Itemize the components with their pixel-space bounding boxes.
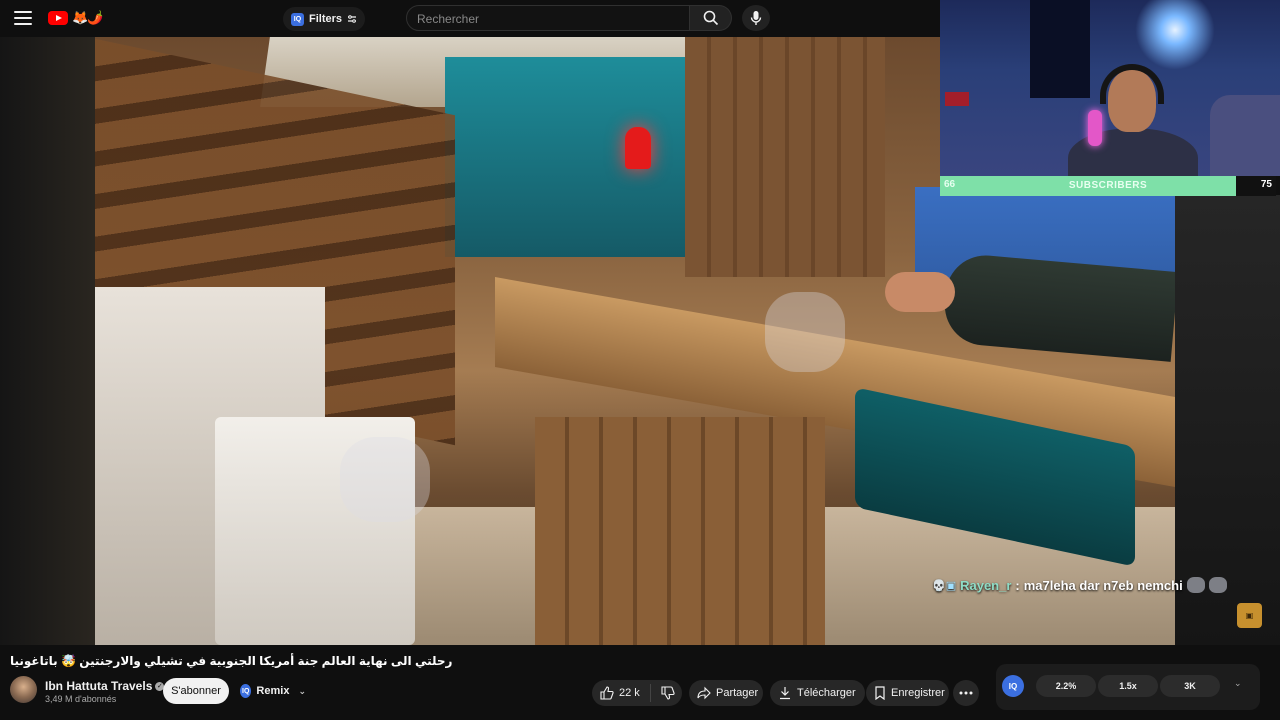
remix-button[interactable]: IQ Remix ⌄ bbox=[236, 678, 306, 704]
microphone-prop bbox=[1088, 110, 1102, 146]
search-input[interactable] bbox=[407, 6, 679, 32]
channel-name[interactable]: Ibn Hattuta Travels bbox=[45, 679, 152, 693]
filters-button[interactable]: IQ Filters bbox=[283, 7, 366, 31]
search-icon bbox=[703, 10, 718, 26]
iq-icon: IQ bbox=[240, 684, 252, 698]
subscriber-goal-label: SUBSCRIBERS bbox=[1068, 180, 1148, 191]
webcam-chair bbox=[1210, 95, 1280, 176]
share-label: Partager bbox=[716, 687, 759, 699]
webcam-overlay bbox=[940, 0, 1280, 176]
chat-badge-icon: 💀▣ bbox=[932, 579, 957, 592]
channel-name-row[interactable]: Ibn Hattuta Travels ✓ bbox=[45, 679, 165, 693]
thumbs-down-icon bbox=[661, 686, 675, 700]
share-icon bbox=[697, 686, 711, 700]
channel-avatar[interactable] bbox=[10, 676, 37, 703]
chevron-down-icon[interactable]: ⌄ bbox=[298, 686, 306, 697]
bookmark-icon bbox=[875, 686, 885, 700]
download-icon bbox=[780, 687, 790, 700]
sliders-icon bbox=[348, 15, 357, 23]
filters-label: Filters bbox=[309, 13, 343, 25]
search-box bbox=[406, 5, 690, 32]
menu-icon[interactable] bbox=[14, 11, 32, 25]
chat-avatar: ▣ bbox=[1237, 603, 1262, 628]
webcam-lamp bbox=[945, 92, 969, 106]
chat-text: ma7leha dar n7eb nemchi bbox=[1023, 577, 1183, 593]
share-button[interactable]: Partager bbox=[689, 680, 763, 706]
scene-red-lamp bbox=[625, 127, 651, 169]
youtube-play-icon bbox=[48, 11, 68, 25]
scene-arm bbox=[941, 252, 1175, 362]
search-button[interactable] bbox=[690, 5, 732, 31]
scene-hand bbox=[885, 272, 955, 312]
save-label: Enregistrer bbox=[891, 687, 945, 699]
webcam-star-light bbox=[1135, 0, 1215, 70]
like-count: 22 k bbox=[619, 687, 640, 699]
cat-overlay-icon bbox=[765, 292, 845, 372]
like-button[interactable]: 22 k bbox=[600, 684, 651, 702]
extension-chip-multiplier[interactable]: 1.5x bbox=[1098, 675, 1158, 697]
scene-teal-wall bbox=[445, 57, 705, 257]
voice-search-button[interactable] bbox=[742, 5, 770, 31]
video-title: رحلتي الى نهاية العالم جنة أمريكا الجنوب… bbox=[10, 654, 453, 668]
extension-chip-percent[interactable]: 2.2% bbox=[1036, 675, 1096, 697]
scene-wood-door bbox=[685, 37, 885, 277]
cat-emote-icon bbox=[1186, 577, 1205, 593]
save-button[interactable]: Enregistrer bbox=[866, 680, 949, 706]
chevron-down-icon[interactable]: ⌄ bbox=[1234, 678, 1242, 689]
subscriber-goal-bar: 66 SUBSCRIBERS 75 bbox=[940, 176, 1276, 196]
remix-label: Remix bbox=[256, 685, 290, 697]
download-button[interactable]: Télécharger bbox=[770, 680, 865, 706]
youtube-logo[interactable]: 🦊🌶️ bbox=[48, 10, 103, 26]
like-dislike-group: 22 k bbox=[592, 680, 682, 706]
thumbs-up-icon bbox=[600, 686, 614, 700]
video-left-letterbox bbox=[0, 37, 95, 645]
cat-emote-icon bbox=[1208, 577, 1227, 593]
subscriber-goal: 75 bbox=[1260, 179, 1272, 190]
channel-subscriber-count: 3,49 M d'abonnés bbox=[45, 694, 117, 704]
scene-cabinet bbox=[535, 417, 825, 645]
dislike-button[interactable] bbox=[651, 686, 675, 700]
top-bar: 🦊🌶️ IQ Filters bbox=[0, 0, 940, 37]
doodle-icon: 🦊🌶️ bbox=[72, 10, 103, 25]
headset-icon bbox=[1100, 64, 1164, 104]
more-actions-button[interactable] bbox=[953, 680, 979, 706]
microphone-icon bbox=[750, 11, 762, 25]
iq-logo-icon[interactable]: IQ bbox=[1002, 675, 1024, 697]
more-horizontal-icon bbox=[959, 691, 973, 695]
extension-panel: IQ 2.2% 1.5x 3K ⌄ bbox=[996, 664, 1260, 710]
extension-chip-count[interactable]: 3K bbox=[1160, 675, 1220, 697]
chat-message: 💀▣ Rayen_r : ma7leha dar n7eb nemchi bbox=[932, 575, 1227, 595]
chat-username: Rayen_r bbox=[960, 577, 1012, 593]
subscribe-button[interactable]: S'abonner bbox=[163, 678, 229, 704]
download-label: Télécharger bbox=[797, 687, 856, 699]
streamer bbox=[1068, 64, 1198, 176]
chat-separator: : bbox=[1015, 577, 1020, 593]
cat-overlay-icon bbox=[340, 437, 430, 522]
iq-icon: IQ bbox=[291, 12, 304, 26]
